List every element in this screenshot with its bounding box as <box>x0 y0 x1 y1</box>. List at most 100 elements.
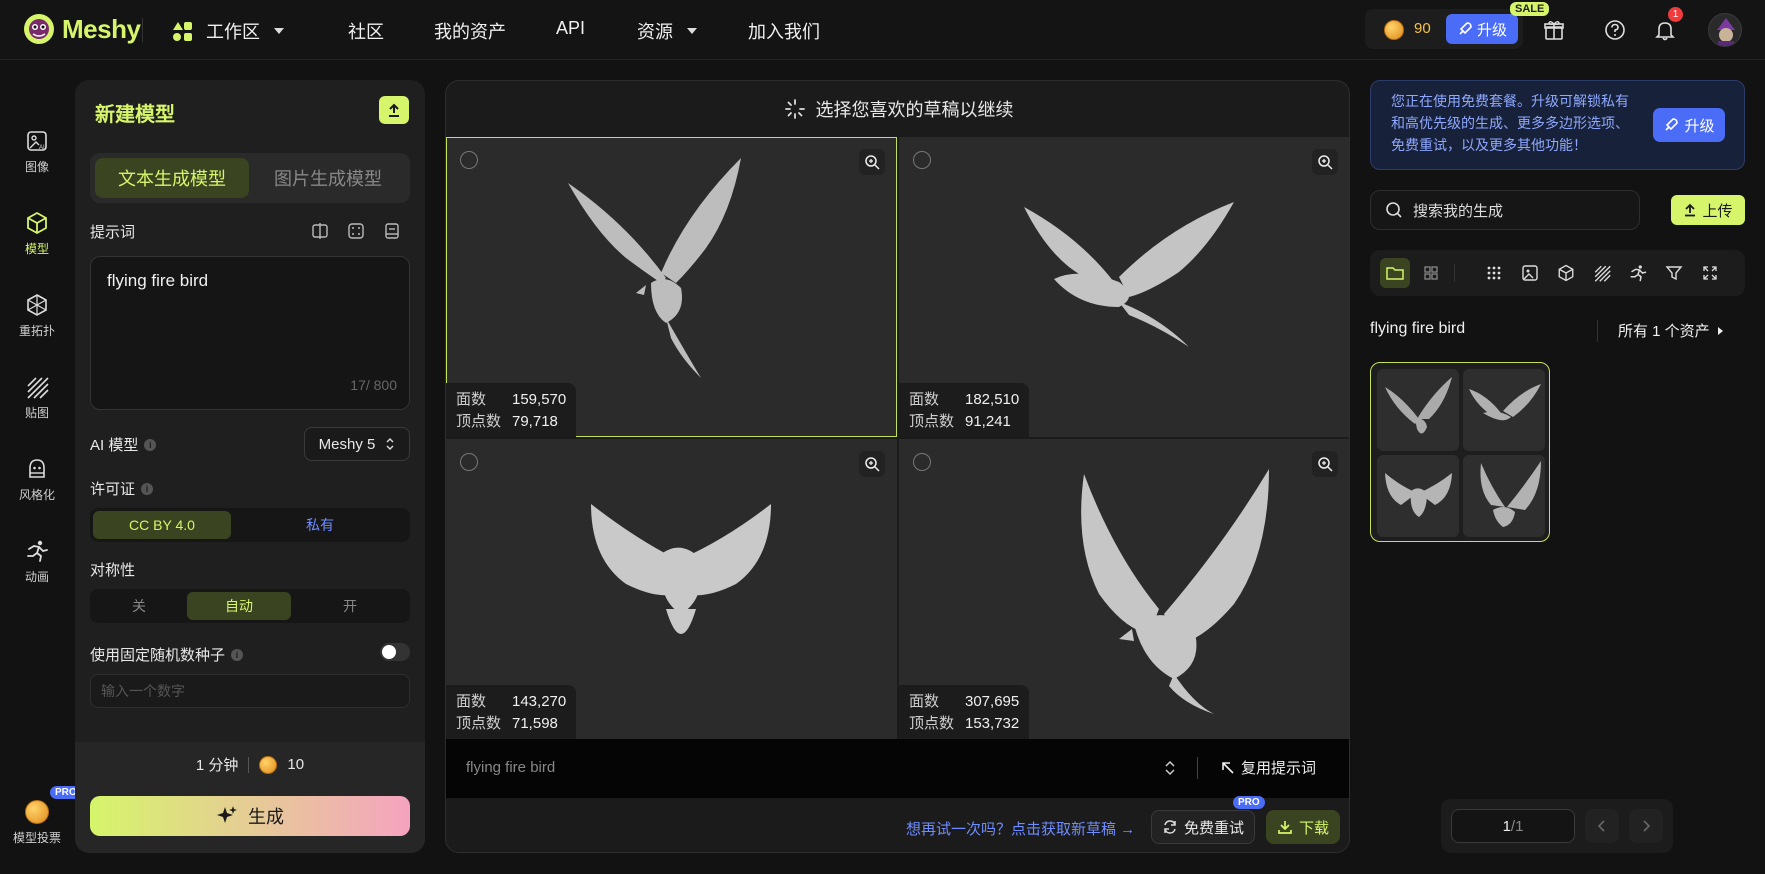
loader-icon <box>784 98 806 120</box>
new-draft-link[interactable]: 想再试一次吗？点击获取新草稿 → <box>906 818 1135 839</box>
generate-label: 生成 <box>248 807 284 827</box>
promo-upgrade-label: 升级 <box>1684 117 1715 135</box>
tab-image-to-model[interactable]: 图片生成模型 <box>251 158 405 198</box>
draft-header: 选择您喜欢的草稿以继续 <box>446 81 1349 137</box>
license-cc-by[interactable]: CC BY 4.0 <box>93 511 231 539</box>
nav-resources-label: 资源 <box>637 22 673 42</box>
nav-join-us[interactable]: 加入我们 <box>748 18 820 44</box>
draft-card-4[interactable]: 面数 307,695 顶点数 153,732 <box>899 439 1349 739</box>
rail-item-retopology[interactable]: 重拓扑 <box>0 293 74 339</box>
sparkle-icon <box>216 805 238 827</box>
panel-title: 新建模型 <box>95 104 175 126</box>
asset-thumbnail <box>1377 369 1459 451</box>
draft-radio[interactable] <box>913 151 931 169</box>
vertex-count: 91,241 <box>965 413 1011 430</box>
info-icon[interactable]: i <box>231 648 244 661</box>
cube-icon[interactable] <box>1551 258 1581 288</box>
image-icon[interactable] <box>1515 258 1545 288</box>
symmetry-auto[interactable]: 自动 <box>187 592 291 620</box>
filter-icon[interactable] <box>1659 258 1689 288</box>
info-icon[interactable]: i <box>144 438 157 451</box>
folder-icon[interactable] <box>1380 258 1410 288</box>
nav-community[interactable]: 社区 <box>348 18 384 44</box>
animation-icon[interactable] <box>1623 258 1653 288</box>
symmetry-on[interactable]: 开 <box>293 592 407 620</box>
stylize-icon <box>25 457 49 481</box>
nav-my-assets[interactable]: 我的资产 <box>434 18 506 44</box>
prompt-textarea[interactable]: flying fire bird 17/ 800 <box>90 256 410 410</box>
face-label: 面数 <box>909 693 940 710</box>
rail-item-stylize[interactable]: 风格化 <box>0 457 74 503</box>
help-icon[interactable] <box>1602 17 1628 43</box>
asset-thumbnail <box>1377 455 1459 537</box>
nav-api[interactable]: API <box>556 18 585 39</box>
all-assets-link[interactable]: 所有 1 个资产 <box>1618 320 1724 341</box>
rail-item-label: 模型投票 <box>12 831 61 845</box>
download-button[interactable]: 下载 <box>1266 810 1340 844</box>
tab-text-to-model[interactable]: 文本生成模型 <box>95 158 249 198</box>
promo-upgrade-button[interactable]: 升级 <box>1653 108 1725 142</box>
draft-radio[interactable] <box>913 453 931 471</box>
rail-item-animation[interactable]: 动画 <box>0 539 74 585</box>
credits-count: 90 <box>1414 20 1431 37</box>
rocket-icon <box>1663 117 1679 133</box>
zoom-icon[interactable] <box>1312 451 1338 477</box>
promo-text: 您正在使用免费套餐。升级可解锁私有和高优先级的生成、更多多边形选项、免费重试，以… <box>1391 93 1629 153</box>
all-dots-icon[interactable] <box>1479 258 1509 288</box>
draft-card-1[interactable]: 面数 159,570 顶点数 79,718 <box>446 137 897 437</box>
symmetry-off[interactable]: 关 <box>93 592 185 620</box>
coin-icon <box>1384 20 1404 40</box>
divider <box>1454 264 1455 282</box>
license-private[interactable]: 私有 <box>233 511 407 539</box>
upload-button[interactable] <box>379 96 409 124</box>
brand-name: Meshy <box>62 13 141 44</box>
search-input[interactable]: 搜索我的生成 <box>1370 190 1640 230</box>
sort-icon[interactable] <box>1164 759 1176 777</box>
nav-workspace[interactable]: 工作区 <box>170 18 284 44</box>
refresh-icon <box>1162 819 1178 835</box>
nav-resources[interactable]: 资源 <box>637 18 697 44</box>
rail-item-texture[interactable]: 贴图 <box>0 375 74 421</box>
prompt-bar[interactable]: flying fire bird 复用提示词 <box>446 739 1349 798</box>
face-count: 307,695 <box>965 693 1020 710</box>
zoom-icon[interactable] <box>1312 149 1338 175</box>
nav-divider <box>142 18 143 42</box>
bird-model-image <box>1081 469 1269 714</box>
symmetry-toggle: 关 自动 开 <box>90 589 410 623</box>
generate-button[interactable]: 生成 <box>90 796 410 836</box>
rail-item-label: 贴图 <box>24 406 49 420</box>
split-icon[interactable] <box>310 221 330 241</box>
grid-icon[interactable] <box>1416 258 1446 288</box>
asset-card[interactable] <box>1370 362 1550 542</box>
book-icon[interactable] <box>382 221 402 241</box>
info-icon[interactable]: i <box>141 482 154 495</box>
rail-item-model[interactable]: 模型 <box>0 211 74 257</box>
avatar[interactable] <box>1708 13 1742 47</box>
expand-icon[interactable] <box>1695 258 1725 288</box>
reuse-prompt-button[interactable]: 复用提示词 <box>1221 757 1316 778</box>
draft-radio[interactable] <box>460 151 478 169</box>
ai-model-select[interactable]: Meshy 5 <box>304 427 410 461</box>
dice-icon[interactable] <box>346 221 366 241</box>
upload-asset-button[interactable]: 上传 <box>1671 195 1745 225</box>
upgrade-button[interactable]: 升级 <box>1446 14 1518 44</box>
next-page-button[interactable] <box>1629 809 1663 843</box>
zoom-icon[interactable] <box>859 149 885 175</box>
draft-card-2[interactable]: 面数 182,510 顶点数 91,241 <box>899 137 1349 437</box>
gift-icon[interactable] <box>1541 17 1567 43</box>
seed-input[interactable] <box>90 674 410 708</box>
seed-switch[interactable] <box>380 643 410 661</box>
rail-item-model-vote[interactable]: 模型投票 <box>0 800 74 846</box>
prev-page-button[interactable] <box>1585 809 1619 843</box>
logo[interactable]: Meshy <box>22 12 141 46</box>
free-retry-button[interactable]: 免费重试 <box>1151 810 1255 844</box>
mode-tabs: 文本生成模型 图片生成模型 <box>90 153 410 203</box>
draft-radio[interactable] <box>460 453 478 471</box>
zoom-icon[interactable] <box>859 451 885 477</box>
divider <box>1597 320 1598 342</box>
draft-card-3[interactable]: 面数 143,270 顶点数 71,598 <box>446 439 897 739</box>
texture-icon[interactable] <box>1587 258 1617 288</box>
page-input[interactable]: 1 /1 <box>1451 809 1575 843</box>
face-count: 182,510 <box>965 391 1020 408</box>
rail-item-image[interactable]: AI 图像 <box>0 129 74 175</box>
